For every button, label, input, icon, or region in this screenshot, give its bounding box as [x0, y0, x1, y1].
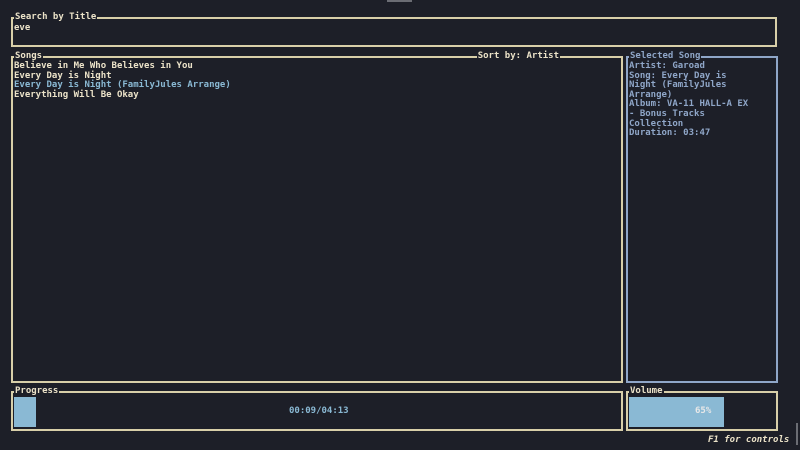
window-top-marker	[387, 0, 412, 2]
selected-song-duration: Duration: 03:47	[629, 128, 711, 139]
song-list-item[interactable]: Everything Will Be Okay	[14, 90, 231, 101]
progress-panel[interactable]: Progress 00:09/04:13	[11, 386, 623, 431]
music-player-app: Search by Title eve Songs Sort by: Artis…	[0, 0, 800, 450]
volume-panel-title: Volume	[629, 386, 664, 397]
progress-panel-title: Progress	[14, 386, 60, 397]
song-list: Believe in Me Who Believes in You Every …	[14, 61, 231, 101]
selected-song-panel: Selected Song Artist: Garoad Song: Every…	[626, 51, 778, 383]
search-input[interactable]: eve	[14, 23, 30, 34]
scrollbar-marker	[796, 423, 798, 445]
selected-song-name: Song: Every Day is Night (FamilyJules Ar…	[629, 70, 727, 100]
search-panel[interactable]: Search by Title eve	[11, 12, 777, 47]
selected-song-details: Artist: Garoad Song: Every Day is Night …	[629, 61, 749, 139]
progress-time-readout: 00:09/04:13	[289, 406, 349, 416]
songs-panel: Songs Sort by: Artist Believe in Me Who …	[11, 51, 623, 383]
volume-panel[interactable]: Volume 65%	[626, 386, 778, 431]
progress-bar-fill	[14, 397, 36, 427]
controls-hint: F1 for controls	[708, 435, 790, 445]
volume-percent-label: 65%	[695, 406, 712, 416]
selected-song-album: Album: VA-11 HALL-A EX - Bonus Tracks Co…	[629, 99, 749, 129]
search-panel-title: Search by Title	[14, 12, 98, 23]
sort-by-label[interactable]: Sort by: Artist	[476, 51, 560, 62]
